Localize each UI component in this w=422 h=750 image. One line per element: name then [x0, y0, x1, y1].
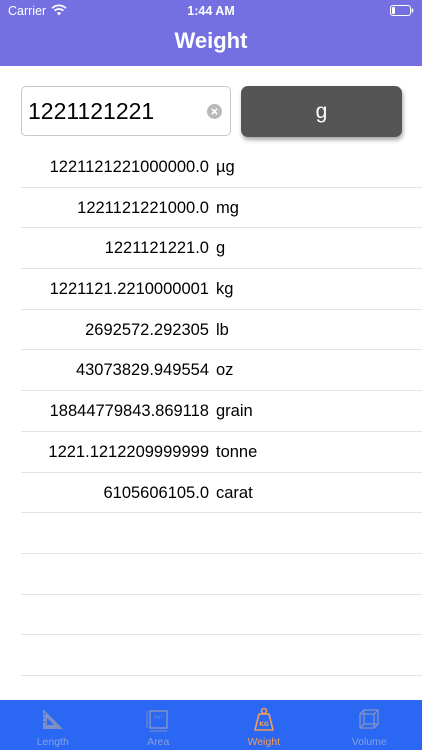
page-title: Weight: [174, 28, 248, 53]
tab-label: Weight: [247, 736, 281, 748]
svg-text:KG: KG: [259, 721, 269, 728]
result-unit: g: [216, 239, 226, 258]
result-unit: carat: [216, 483, 253, 502]
tab-weight[interactable]: KG Weight: [211, 700, 317, 750]
area-square-icon: m²: [146, 710, 169, 732]
value-input[interactable]: [28, 95, 198, 127]
empty-row: [21, 635, 422, 676]
result-unit: kg: [216, 280, 234, 299]
svg-text:m²: m²: [154, 713, 163, 721]
result-value: 43073829.949554: [75, 361, 209, 380]
list-item: 43073829.949554 oz: [21, 350, 422, 392]
status-bar: Carrier 1:44 AM: [0, 0, 422, 22]
result-unit: tonne: [216, 442, 258, 461]
tab-area[interactable]: m² Area: [106, 700, 212, 750]
list-item: 18844779843.869118 grain: [21, 391, 422, 432]
list-item: 1221.1212209999999 tonne: [21, 432, 422, 473]
list-item: 1221121.2210000001 kg: [21, 269, 422, 310]
battery-icon: [390, 5, 414, 16]
result-value: 1221121221000.0: [77, 198, 209, 217]
result-unit: grain: [216, 402, 253, 421]
tab-label: Area: [147, 736, 170, 748]
result-value: 1221.1212209999999: [48, 442, 209, 461]
value-input-box[interactable]: [21, 86, 231, 136]
list-item: 1221121221.0 g: [21, 228, 422, 270]
results-list: 1221121221000000.0 µg 1221121221000.0 mg 1…: [0, 147, 422, 676]
tab-label: Length: [36, 736, 69, 748]
tab-volume[interactable]: Volume: [317, 700, 422, 750]
result-unit: mg: [216, 198, 239, 217]
ruler-triangle-icon: [42, 709, 63, 729]
tab-length[interactable]: Length: [0, 700, 106, 750]
result-unit: µg: [216, 158, 235, 176]
list-item: 2692572.292305 lb: [21, 310, 422, 351]
result-unit: lb: [216, 320, 229, 339]
tab-label: Volume: [351, 736, 387, 748]
status-time: 1:44 AM: [187, 4, 235, 18]
header-bar: Carrier 1:44 AM Weight: [0, 0, 422, 66]
list-item: 6105606105.0 carat: [21, 473, 422, 514]
result-unit: oz: [216, 361, 234, 380]
empty-row: [21, 595, 422, 636]
tab-bar: Length m² Area KG Weight Volume: [0, 700, 422, 750]
empty-row: [21, 554, 422, 595]
result-value: 2692572.292305: [85, 320, 209, 339]
list-item: 1221121221000.0 mg: [21, 188, 422, 229]
cube-icon: [359, 709, 379, 729]
list-item: 1221121221000000.0 µg: [21, 147, 422, 188]
result-value: 1221121.2210000001: [49, 280, 209, 299]
result-value: 1221121221.0: [104, 239, 209, 258]
weight-kg-icon: KG: [253, 707, 274, 731]
unit-select-button[interactable]: g: [241, 86, 402, 137]
result-value: 6105606105.0: [103, 483, 209, 502]
empty-row: [21, 513, 422, 554]
clear-icon[interactable]: [207, 104, 222, 119]
result-value: 1221121221000000.0: [49, 158, 209, 176]
result-value: 18844779843.869118: [49, 402, 209, 421]
